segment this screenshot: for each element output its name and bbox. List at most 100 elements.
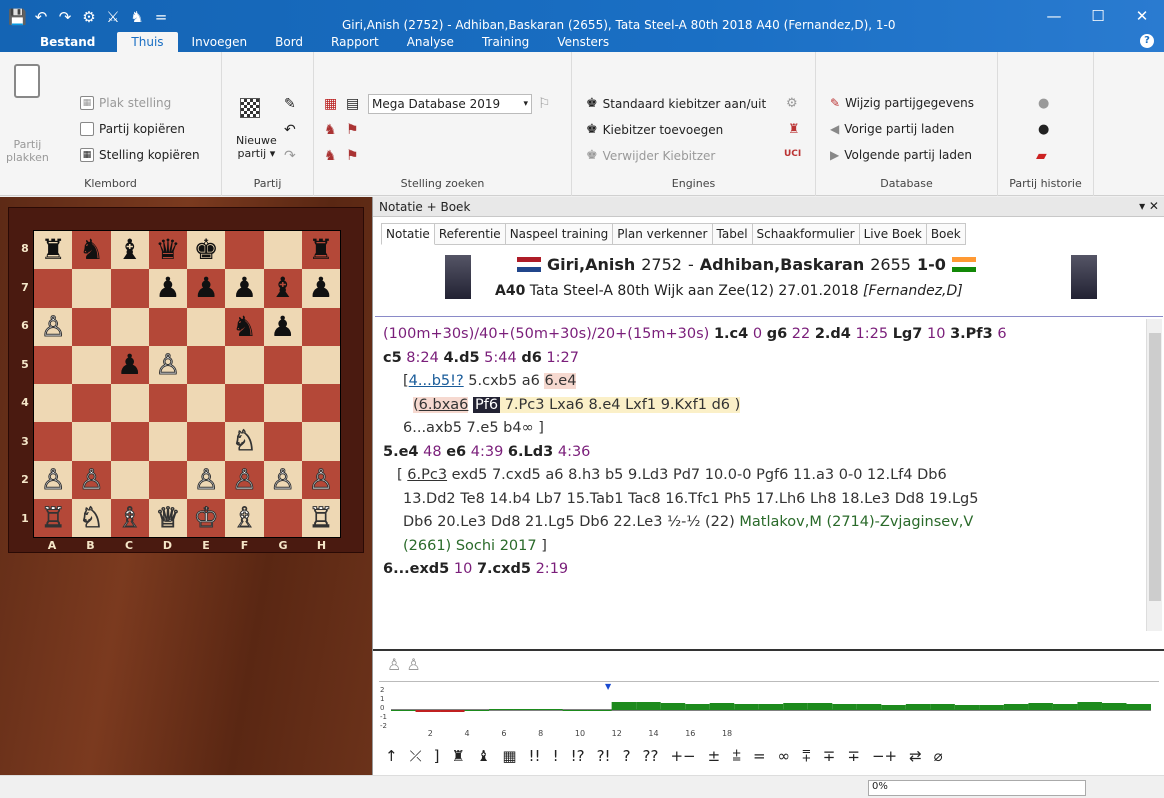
annotation-symbol-button[interactable]: ?! — [597, 747, 611, 765]
square-d8[interactable]: ♛ — [148, 231, 187, 270]
chess-piece[interactable]: ♙ — [40, 465, 66, 494]
square-f6[interactable]: ♞ — [225, 307, 264, 346]
square-d5[interactable]: ♙ — [148, 345, 187, 384]
chess-piece[interactable]: ♟ — [308, 274, 333, 302]
chess-piece[interactable]: ♙ — [193, 465, 219, 494]
notation-line[interactable]: 13.Dd2 Te8 14.b4 Lb7 15.Tab1 Tac8 16.Tfc… — [383, 488, 1143, 512]
square-h4[interactable] — [301, 384, 340, 423]
annotation-symbol-button[interactable]: ∓ — [823, 747, 836, 765]
square-h6[interactable] — [301, 307, 340, 346]
chess-piece[interactable]: ♞ — [79, 236, 104, 264]
search-opening-icon[interactable]: ⚑ — [346, 122, 359, 138]
annotation-symbol-button[interactable]: ▦ — [502, 747, 516, 765]
annotation-symbol-button[interactable]: ♜ — [451, 747, 464, 765]
square-a8[interactable]: ♜ — [34, 231, 73, 270]
square-f8[interactable] — [225, 231, 264, 270]
square-g4[interactable] — [263, 384, 302, 423]
square-a2[interactable]: ♙ — [34, 460, 73, 499]
history-forward-icon[interactable]: ● — [1038, 122, 1049, 137]
square-d1[interactable]: ♕ — [148, 498, 187, 537]
notation-scrollbar[interactable] — [1146, 319, 1162, 631]
tab-invoegen[interactable]: Invoegen — [178, 32, 262, 52]
next-game-button[interactable]: ▶ Volgende partij laden — [830, 148, 972, 162]
tab-tabel[interactable]: Tabel — [712, 223, 753, 245]
square-h1[interactable]: ♖ — [301, 498, 340, 537]
edit-icon[interactable]: ✎ — [284, 96, 296, 112]
chess-piece[interactable]: ♙ — [40, 312, 66, 341]
chess-piece[interactable]: ♙ — [78, 465, 104, 494]
square-h8[interactable]: ♜ — [301, 231, 340, 270]
square-f4[interactable] — [225, 384, 264, 423]
square-a3[interactable] — [34, 422, 73, 461]
square-h5[interactable] — [301, 345, 340, 384]
square-g1[interactable] — [263, 498, 302, 537]
chess-piece[interactable]: ♚ — [194, 236, 219, 264]
chess-piece[interactable]: ♟ — [232, 274, 257, 302]
square-e2[interactable]: ♙ — [187, 460, 226, 499]
square-c8[interactable]: ♝ — [110, 231, 149, 270]
undo-move-icon[interactable]: ↶ — [284, 122, 296, 138]
tab-plan-verkenner[interactable]: Plan verkenner — [613, 223, 713, 245]
tab-analyse[interactable]: Analyse — [393, 32, 468, 52]
square-b5[interactable] — [72, 345, 111, 384]
square-e8[interactable]: ♚ — [187, 231, 226, 270]
help-icon[interactable]: ? — [1140, 34, 1154, 48]
annotation-symbol-button[interactable]: ! — [553, 747, 559, 765]
notation-text[interactable]: (100m+30s)/40+(50m+30s)/20+(15m+30s) 1.c… — [383, 323, 1143, 582]
settings-icon[interactable]: ⚙ — [80, 8, 98, 26]
square-g8[interactable] — [263, 231, 302, 270]
redo-move-icon[interactable]: ↷ — [284, 148, 296, 164]
customize-icon[interactable]: = — [152, 8, 170, 26]
square-e6[interactable] — [187, 307, 226, 346]
chess-piece[interactable]: ♖ — [308, 503, 334, 532]
save-icon[interactable]: 💾 — [8, 8, 27, 26]
uci-icon[interactable]: UCI — [784, 149, 801, 159]
db-icon[interactable]: ▤ — [346, 96, 359, 112]
annotation-symbol-button[interactable]: !! — [529, 747, 541, 765]
square-b7[interactable] — [72, 269, 111, 308]
tab-vensters[interactable]: Vensters — [543, 32, 623, 52]
chess-piece[interactable]: ♔ — [193, 503, 219, 532]
square-e1[interactable]: ♔ — [187, 498, 226, 537]
annotation-symbol-button[interactable]: ♝ — [477, 747, 490, 765]
chess-piece[interactable]: ♜ — [308, 236, 333, 264]
new-game-button[interactable]: Nieuwe partij ▾ — [236, 134, 277, 160]
search-move-icon[interactable]: ♞ — [324, 122, 337, 138]
chess-piece[interactable]: ♝ — [270, 274, 295, 302]
chess-piece[interactable]: ♟ — [194, 274, 219, 302]
chess-piece[interactable]: ♘ — [78, 503, 104, 532]
previous-game-button[interactable]: ◀ Vorige partij laden — [830, 122, 954, 136]
redo-icon[interactable]: ↷ — [56, 8, 74, 26]
kibitzer-toggle-button[interactable]: ♚ Standaard kiebitzer aan/uit — [586, 96, 766, 111]
tab-bestand[interactable]: Bestand — [0, 32, 117, 52]
square-d3[interactable] — [148, 422, 187, 461]
annotation-symbol-button[interactable]: −+ — [872, 747, 897, 765]
tab-schaakformulier[interactable]: Schaakformulier — [752, 223, 860, 245]
square-h3[interactable] — [301, 422, 340, 461]
square-f5[interactable] — [225, 345, 264, 384]
annotation-symbol-button[interactable]: ↑ — [385, 747, 398, 765]
annotation-symbol-button[interactable]: !? — [571, 747, 585, 765]
chess-board[interactable]: ♜ ♞ ♝ ♛ ♚ ♜ ♟ ♟ ♟ ♝ ♟ ♙ ♞ ♟ ♟ ♙ ♘ ♙ ♙ ♙ ♙ ♙ ♙ ♖ ♘ ♗ ♕ ♔ ♗ ♖ — [33, 230, 341, 538]
square-c2[interactable] — [110, 460, 149, 499]
square-d6[interactable] — [148, 307, 187, 346]
engine-settings-icon[interactable]: ⚙ — [786, 96, 798, 111]
chess-piece[interactable]: ♞ — [232, 312, 257, 341]
database-select[interactable]: Mega Database 2019 ▾ — [368, 94, 532, 114]
square-d4[interactable] — [148, 384, 187, 423]
square-a6[interactable]: ♙ — [34, 307, 73, 346]
annotation-symbol-button[interactable]: = — [753, 747, 766, 765]
history-list-icon[interactable]: ▰ — [1036, 148, 1047, 164]
square-d2[interactable] — [148, 460, 187, 499]
chess-piece[interactable]: ♟ — [155, 274, 180, 302]
square-c3[interactable] — [110, 422, 149, 461]
square-c1[interactable]: ♗ — [110, 498, 149, 537]
engine-chess-icon[interactable]: ♜ — [788, 122, 800, 137]
chess-piece[interactable]: ♘ — [231, 426, 257, 455]
minimize-button[interactable]: — — [1032, 0, 1076, 32]
chess-piece[interactable]: ♗ — [117, 503, 143, 532]
square-b2[interactable]: ♙ — [72, 460, 111, 499]
annotation-symbol-button[interactable]: ⤫ — [410, 747, 422, 765]
chess-piece[interactable]: ♖ — [40, 503, 66, 532]
square-c5[interactable]: ♟ — [110, 345, 149, 384]
